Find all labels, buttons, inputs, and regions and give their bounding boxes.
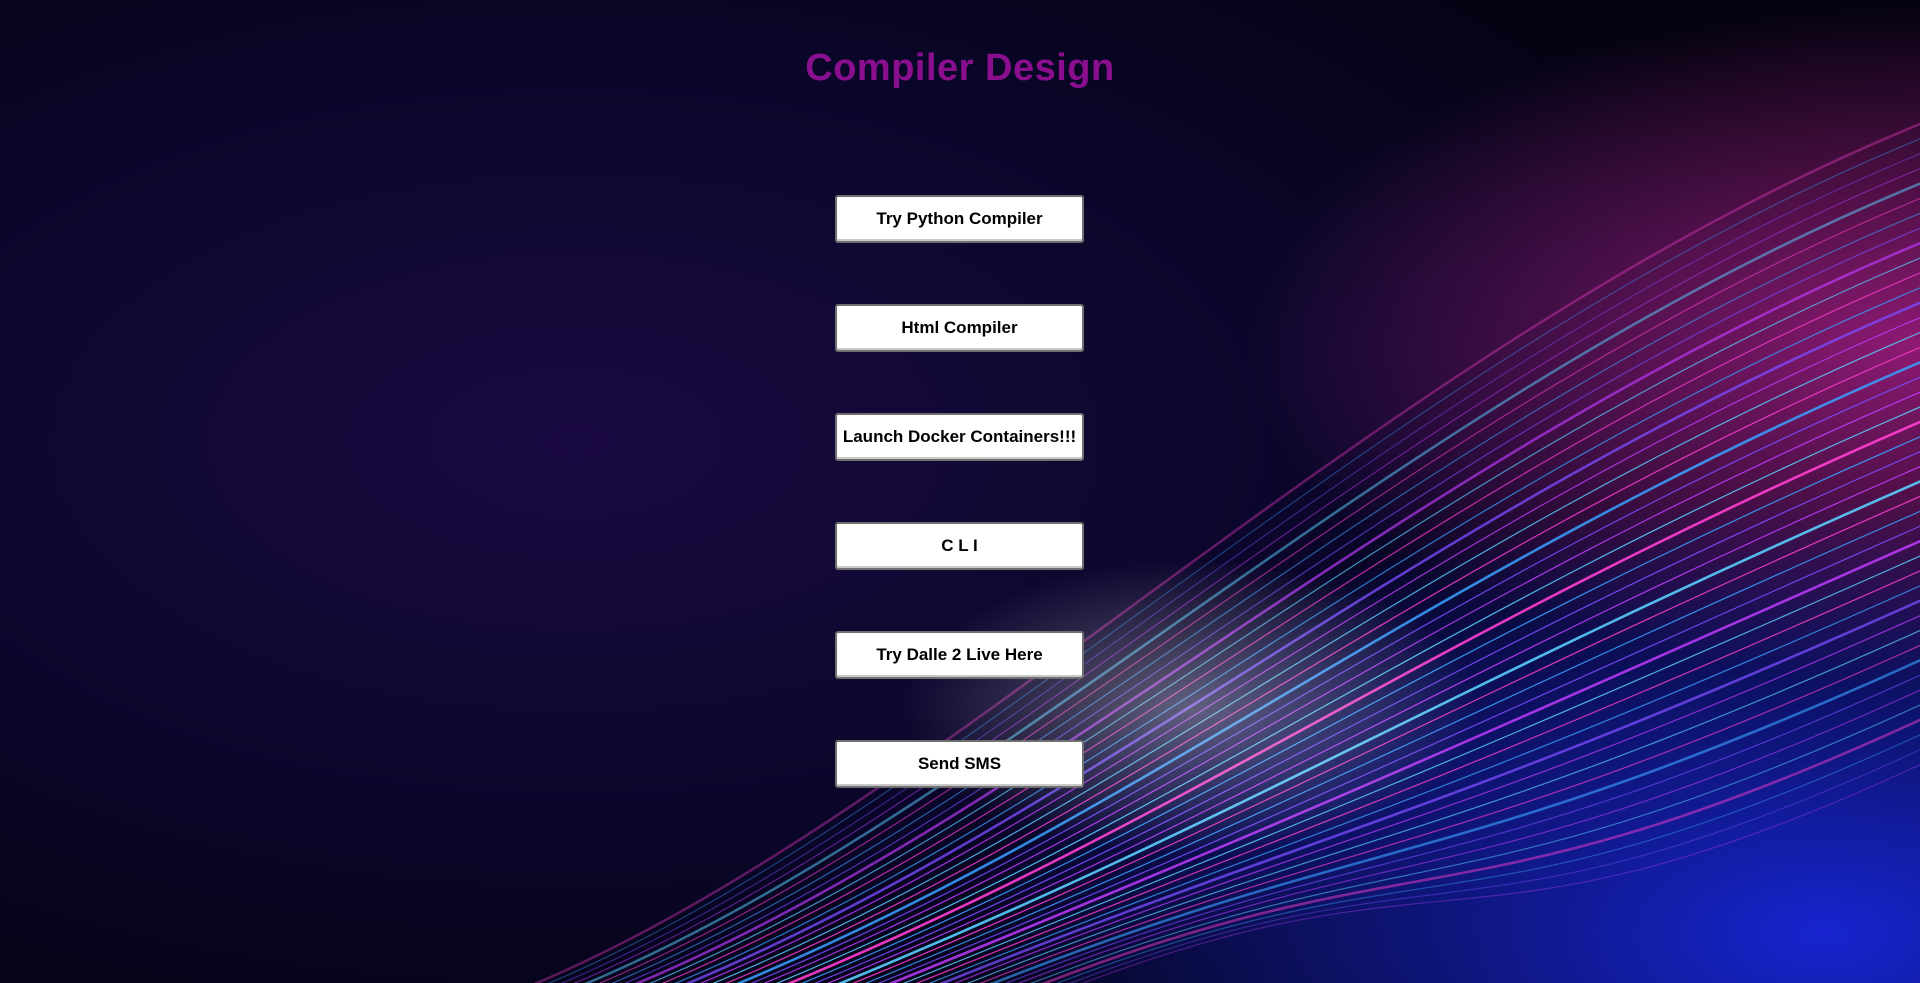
background-wave-image <box>0 0 1920 983</box>
launch-docker-containers-button[interactable]: Launch Docker Containers!!! <box>835 413 1084 461</box>
try-python-compiler-button[interactable]: Try Python Compiler <box>835 195 1084 243</box>
send-sms-button[interactable]: Send SMS <box>835 740 1084 788</box>
page-title: Compiler Design <box>805 47 1115 89</box>
cli-button[interactable]: C L I <box>835 522 1084 570</box>
try-dalle-2-button[interactable]: Try Dalle 2 Live Here <box>835 631 1084 679</box>
html-compiler-button[interactable]: Html Compiler <box>835 304 1084 352</box>
